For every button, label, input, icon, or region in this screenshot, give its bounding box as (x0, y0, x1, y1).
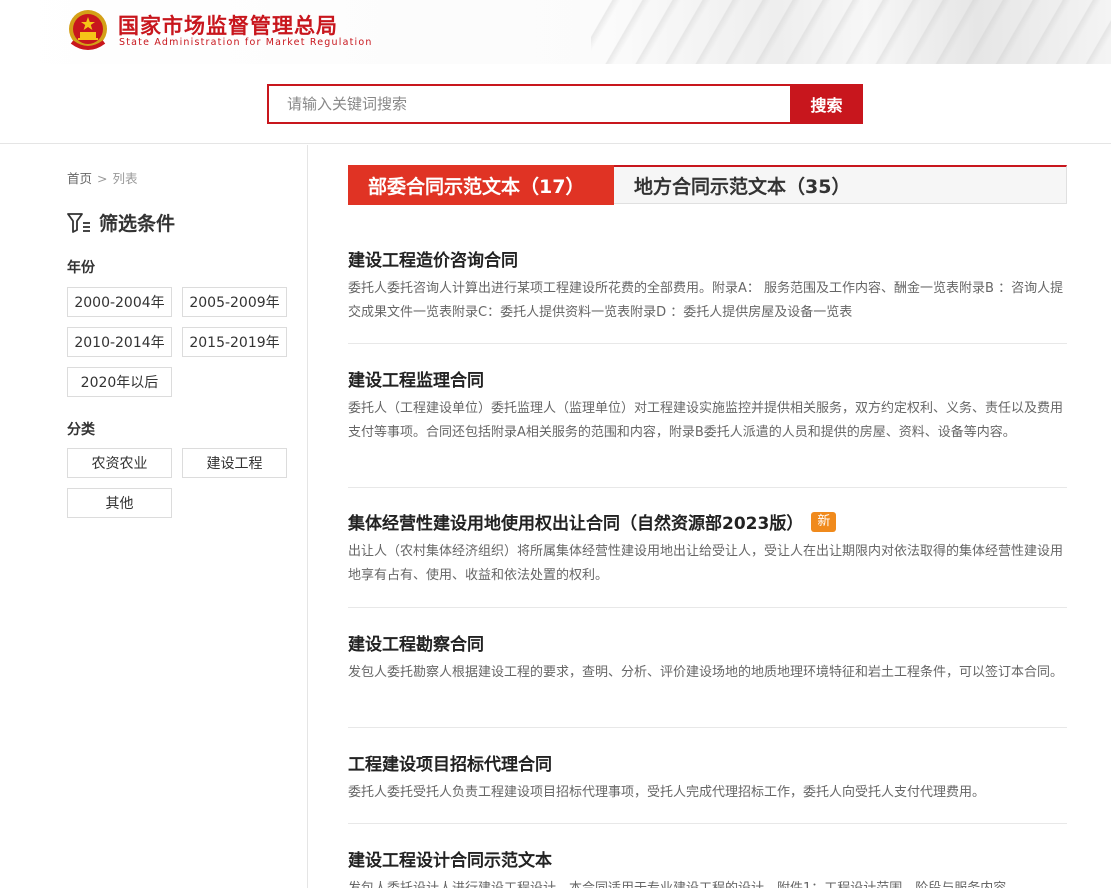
filter-sidebar: 首页 > 列表 筛选条件 年份 2000-2004年 2005-2009年 2010… (0, 145, 308, 888)
category-filter-other[interactable]: 其他 (67, 488, 172, 518)
new-badge: 新 (811, 511, 837, 532)
category-filter-agriculture[interactable]: 农资农业 (67, 448, 172, 478)
site-header: 国家市场监督管理总局 State Administration for Mark… (0, 0, 1111, 64)
national-emblem-icon[interactable] (66, 8, 110, 54)
item-description: 发包人委托设计人进行建设工程设计，本合同适用于专业建设工程的设计。附件1：工程设… (348, 877, 1067, 888)
list-item: 建设工程造价咨询合同 委托人委托咨询人计算出进行某项工程建设所花费的全部费用。附… (348, 246, 1067, 344)
year-filter-2020-later[interactable]: 2020年以后 (67, 367, 172, 397)
filter-icon (67, 212, 90, 233)
year-filter-2010-2014[interactable]: 2010-2014年 (67, 327, 172, 357)
item-description: 出让人（农村集体经济组织）将所属集体经营性建设用地出让给受让人，受让人在出让期限… (348, 544, 1064, 583)
search-input[interactable] (269, 86, 790, 122)
item-title[interactable]: 工程建设项目招标代理合同 (348, 750, 1067, 775)
category-group-label: 分类 (67, 422, 95, 438)
item-description: 委托人（工程建设单位）委托监理人（监理单位）对工程建设实施监控并提供相关服务，双… (348, 401, 1064, 440)
year-filter-2015-2019[interactable]: 2015-2019年 (182, 327, 287, 357)
breadcrumb: 首页 > 列表 (67, 168, 138, 187)
header-decoration (591, 0, 1111, 64)
search-button[interactable]: 搜索 (790, 84, 863, 124)
year-filter-2000-2004[interactable]: 2000-2004年 (67, 287, 172, 317)
breadcrumb-home[interactable]: 首页 (67, 171, 92, 186)
category-filter-construction[interactable]: 建设工程 (182, 448, 287, 478)
list-item: 建设工程勘察合同 发包人委托勘察人根据建设工程的要求，查明、分析、评价建设场地的… (348, 630, 1067, 728)
list-item: 建设工程设计合同示范文本 发包人委托设计人进行建设工程设计，本合同适用于专业建设… (348, 846, 1067, 888)
item-title[interactable]: 集体经营性建设用地使用权出让合同（自然资源部2023版） (348, 509, 803, 534)
search-box (267, 84, 790, 124)
breadcrumb-current: 列表 (112, 171, 138, 186)
year-filter-2005-2009[interactable]: 2005-2009年 (182, 287, 287, 317)
item-description: 委托人委托咨询人计算出进行某项工程建设所花费的全部费用。附录A： 服务范围及工作… (348, 281, 1064, 320)
item-title[interactable]: 建设工程造价咨询合同 (348, 246, 1067, 271)
filter-title: 筛选条件 (99, 213, 176, 235)
search-section: 搜索 (0, 64, 1111, 144)
site-subtitle: State Administration for Market Regulati… (119, 37, 373, 48)
tab-ministry-contracts[interactable]: 部委合同示范文本（17） (348, 165, 614, 205)
list-item: 建设工程监理合同 委托人（工程建设单位）委托监理人（监理单位）对工程建设实施监控… (348, 366, 1067, 488)
tab-local-contracts[interactable]: 地方合同示范文本（35） (634, 167, 850, 204)
list-item: 集体经营性建设用地使用权出让合同（自然资源部2023版） 新 出让人（农村集体经… (348, 509, 1067, 608)
contract-tabs: 部委合同示范文本（17） 地方合同示范文本（35） (348, 165, 1067, 205)
item-title[interactable]: 建设工程监理合同 (348, 366, 1067, 391)
item-title[interactable]: 建设工程勘察合同 (348, 630, 1067, 655)
item-title[interactable]: 建设工程设计合同示范文本 (348, 846, 1067, 871)
item-title-row: 集体经营性建设用地使用权出让合同（自然资源部2023版） 新 (348, 509, 1067, 534)
site-title[interactable]: 国家市场监督管理总局 (118, 10, 338, 40)
item-description: 委托人委托受托人负责工程建设项目招标代理事项，受托人完成代理招标工作，委托人向受… (348, 785, 986, 800)
filter-heading: 筛选条件 (67, 209, 175, 236)
breadcrumb-separator: > (97, 171, 108, 186)
list-item: 工程建设项目招标代理合同 委托人委托受托人负责工程建设项目招标代理事项，受托人完… (348, 750, 1067, 824)
year-group-label: 年份 (67, 260, 95, 276)
item-description: 发包人委托勘察人根据建设工程的要求，查明、分析、评价建设场地的地质地理环境特征和… (348, 665, 1064, 680)
